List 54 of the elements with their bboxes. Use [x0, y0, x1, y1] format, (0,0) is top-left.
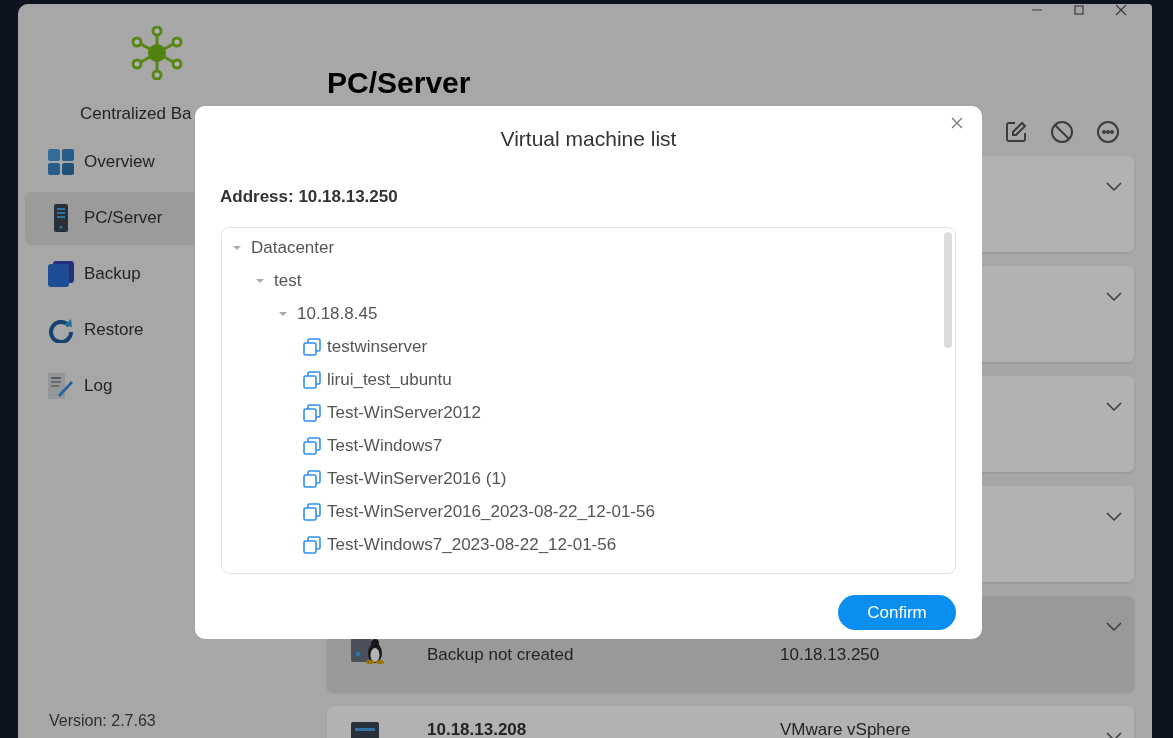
maximize-icon[interactable] — [1073, 4, 1085, 16]
tree-label: Test-WinServer2012 — [327, 401, 481, 424]
platform-label: VMware vSphere — [780, 719, 911, 737]
tree-label: Test-Windows7_2023-08-22_12-01-56 — [327, 533, 617, 556]
version-label: Version: 2.7.63 — [49, 711, 157, 731]
close-button[interactable] — [951, 116, 965, 130]
page-title: PC/Server — [327, 68, 472, 98]
tree-row[interactable]: 10.18.8.45 — [222, 297, 955, 330]
document-pen-icon — [48, 373, 74, 399]
close-icon — [951, 117, 963, 129]
refresh-icon — [48, 317, 74, 343]
vm-copies-icon — [303, 403, 321, 422]
sidebar-label: Log — [84, 375, 113, 398]
tree-row[interactable]: Test-WinServer2016 (1) — [222, 462, 955, 495]
tree-label: Test-WinServer2016 (1) — [327, 467, 507, 490]
network-logo-icon — [130, 26, 184, 80]
tree-row[interactable]: test — [222, 264, 955, 297]
device-address: 10.18.13.250 — [780, 644, 880, 662]
chevron-down-icon[interactable] — [1106, 402, 1122, 412]
scrollbar-thumb[interactable] — [944, 232, 952, 348]
stacked-squares-icon — [48, 261, 74, 287]
edit-icon[interactable] — [1004, 120, 1028, 144]
tree-label: Test-WinServer2016_2023-08-22_12-01-56 — [327, 500, 655, 523]
chevron-down-icon[interactable] — [1106, 292, 1122, 302]
tree-row[interactable]: Test-WinServer2016_2023-08-22_12-01-56 — [222, 495, 955, 528]
device-card[interactable]: 10.18.13.208 VMware vSphere — [327, 706, 1134, 738]
sidebar-label: Backup — [84, 263, 141, 286]
vm-copies-icon — [303, 370, 321, 389]
tree-label: testwinserver — [327, 335, 428, 358]
tree-label: lirui_test_ubuntu — [327, 368, 452, 391]
disable-icon[interactable] — [1050, 120, 1074, 144]
vm-copies-icon — [303, 436, 321, 455]
sidebar-label: Overview — [84, 151, 155, 174]
chevron-down-icon[interactable] — [1106, 182, 1122, 192]
device-name: 10.18.13.208 — [427, 719, 528, 737]
vm-copies-icon — [303, 469, 321, 488]
chevron-down-icon[interactable] — [1106, 512, 1122, 522]
tree-row[interactable]: Test-Windows7_2023-08-22_12-01-56 — [222, 528, 955, 561]
vm-copies-icon — [303, 502, 321, 521]
tree-label: test — [274, 269, 302, 292]
sidebar-label: Restore — [84, 319, 144, 342]
app-name: Centralized Ba — [80, 103, 193, 125]
tree-row[interactable]: Test-Windows7 — [222, 429, 955, 462]
more-icon[interactable] — [1096, 120, 1120, 144]
close-icon[interactable] — [1115, 4, 1127, 16]
vm-copies-icon — [303, 535, 321, 554]
tree-label: 10.18.8.45 — [297, 302, 378, 325]
vm-copies-icon — [303, 337, 321, 356]
tree-label: Test-Windows7 — [327, 434, 443, 457]
backup-status: Backup not created — [427, 644, 575, 662]
sidebar-label: PC/Server — [84, 207, 163, 230]
dialog-title: Virtual machine list — [499, 126, 678, 152]
grid-icon — [48, 149, 74, 175]
chevron-down-icon[interactable] — [1106, 622, 1122, 632]
